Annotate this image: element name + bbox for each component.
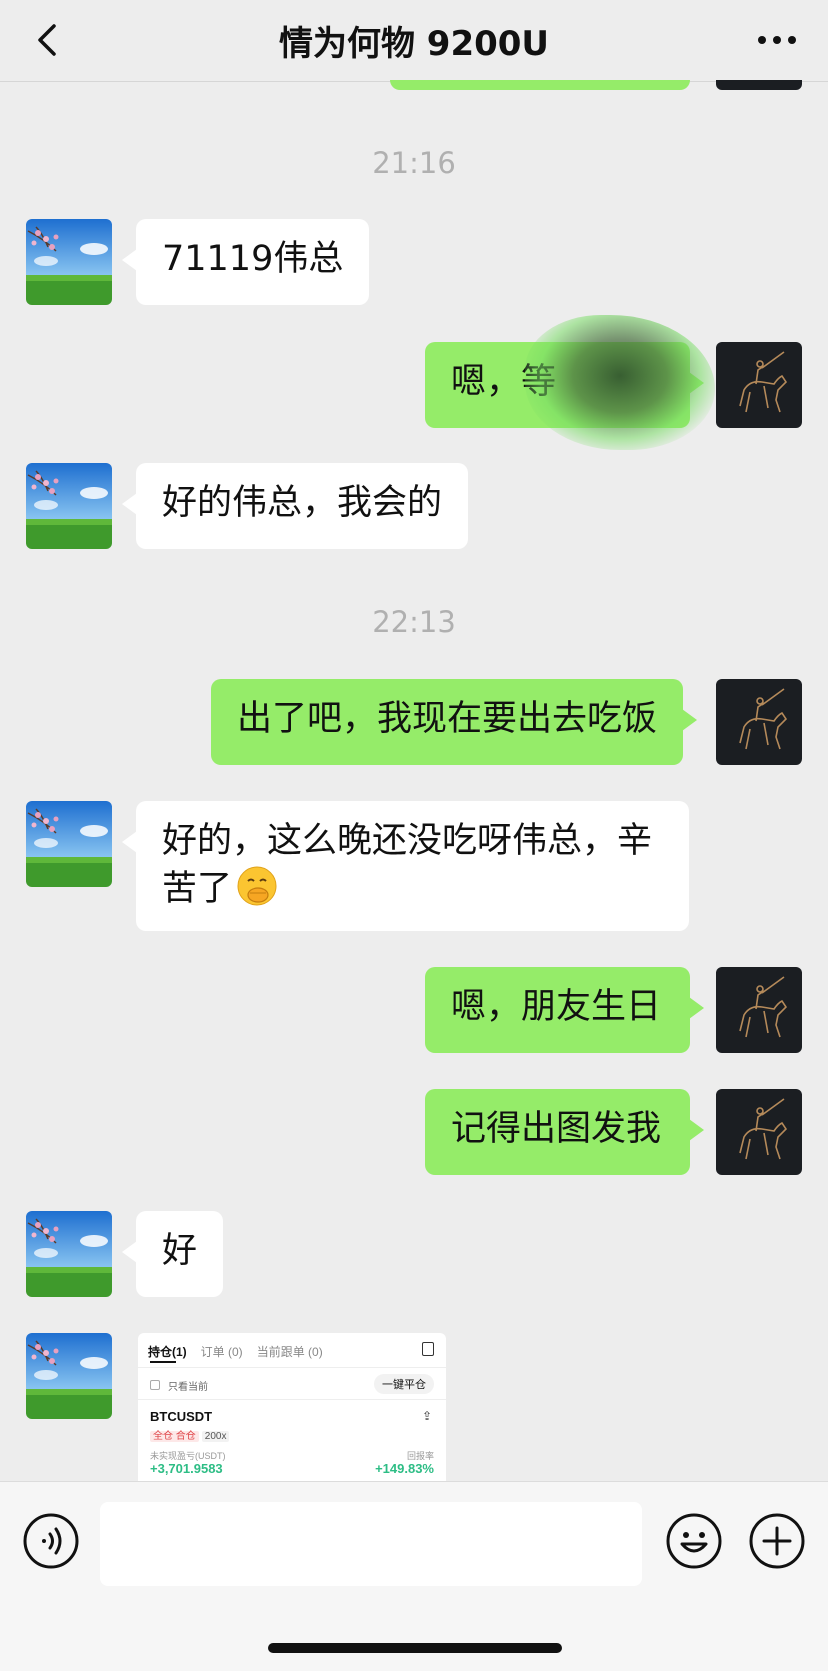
my-avatar[interactable]	[716, 679, 802, 765]
divider	[138, 1399, 446, 1400]
previous-message-bubble	[390, 80, 690, 90]
redaction-smudge	[525, 315, 715, 450]
message-text: 苦了	[162, 869, 233, 909]
timestamp: 22:13	[372, 605, 456, 639]
emoji-icon[interactable]	[665, 1512, 723, 1570]
message-input[interactable]	[100, 1502, 642, 1586]
symbol-label: BTCUSDT	[150, 1409, 213, 1424]
position-tags: 全仓 合仓 200x	[150, 1427, 232, 1442]
message-bubble-incoming[interactable]: 好	[121, 1211, 224, 1297]
image-message-trading-screenshot[interactable]: 持仓(1) 订单 (0) 当前跟单 (0) 只看当前 一键平仓 BTCUSDT ⇪ …	[138, 1333, 446, 1481]
contact-avatar[interactable]	[26, 463, 112, 549]
only-current-label: 只看当前	[168, 1382, 208, 1393]
tag-leverage: 200x	[201, 1431, 230, 1442]
message-bubble-outgoing[interactable]: 出了吧，我现在要出去吃饭	[211, 679, 698, 765]
my-avatar[interactable]	[716, 342, 802, 428]
roi-value: +149.83%	[375, 1461, 434, 1476]
home-indicator[interactable]	[268, 1643, 562, 1653]
plus-icon[interactable]	[748, 1512, 806, 1570]
nav-bar: 情为何物 9200U	[0, 0, 828, 82]
document-icon	[422, 1342, 434, 1356]
contact-avatar[interactable]	[26, 1211, 112, 1297]
divider	[138, 1367, 446, 1368]
hand-over-mouth-emoji-icon	[236, 865, 278, 907]
checkbox	[150, 1380, 160, 1390]
more-dots-icon[interactable]	[752, 20, 802, 60]
message-bubble-incoming[interactable]: 好的，这么晚还没吃呀伟总，辛 苦了	[122, 801, 689, 931]
tab-copy-trading: 当前跟单 (0)	[256, 1345, 323, 1359]
my-avatar[interactable]	[716, 967, 802, 1053]
share-icon: ⇪	[421, 1409, 432, 1423]
pnl-value: +3,701.9583	[150, 1461, 223, 1476]
timestamp: 21:16	[372, 146, 456, 180]
tab-underline	[150, 1361, 176, 1363]
my-avatar[interactable]	[716, 1089, 802, 1175]
tag-mode: 全仓 合仓	[150, 1431, 199, 1442]
tab-orders: 订单 (0)	[200, 1345, 243, 1359]
message-text-line: 好的，这么晚还没吃呀伟总，辛	[162, 821, 653, 861]
contact-avatar[interactable]	[26, 1333, 112, 1419]
message-text-line: 苦了	[162, 865, 663, 913]
screenshot-tabs: 持仓(1) 订单 (0) 当前跟单 (0)	[148, 1343, 337, 1360]
close-all-button: 一键平仓	[374, 1374, 434, 1394]
contact-avatar[interactable]	[26, 219, 112, 305]
previous-message-avatar	[716, 80, 802, 90]
tab-positions: 持仓(1)	[148, 1345, 187, 1359]
message-bubble-incoming[interactable]: 71119伟总	[121, 219, 370, 305]
contact-avatar[interactable]	[26, 801, 112, 887]
voice-icon[interactable]	[22, 1512, 80, 1570]
message-bubble-incoming[interactable]: 好的伟总，我会的	[121, 463, 469, 549]
message-bubble-outgoing[interactable]: 嗯，朋友生日	[425, 967, 704, 1053]
message-bubble-outgoing[interactable]: 记得出图发我	[425, 1089, 704, 1175]
chat-title: 情为何物 9200U	[278, 24, 550, 64]
